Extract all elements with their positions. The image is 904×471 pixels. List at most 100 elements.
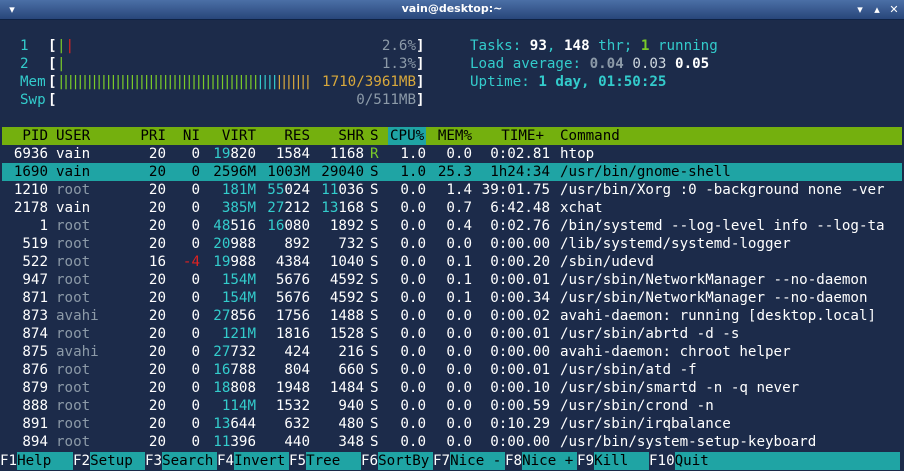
pid-cell: 1690 [13, 164, 48, 180]
res-cell-high: 55 [267, 182, 285, 198]
process-row[interactable]: 1 root 20 0 48516 16080 1892 S 0.0 0.4 0:02.76/bin… [2, 217, 902, 235]
state-cell: S [370, 362, 379, 378]
fkey-nice-button[interactable]: F8Nice + [505, 452, 577, 470]
col-virt[interactable]: VIRT [202, 127, 256, 145]
fkey-label: Kill [594, 452, 649, 470]
shr-cell-low: 29040 [321, 164, 364, 180]
process-row[interactable]: 1690 vain 20 0 2596M 1003M 29040 S 1.0 25.3 1h24:3… [2, 163, 902, 181]
res-cell-low: 440 [284, 434, 310, 450]
pri-cell: 20 [148, 326, 166, 342]
col-pid[interactable]: PID [2, 127, 48, 145]
command-cell: /usr/bin/Xorg :0 -background none -ver [560, 182, 885, 198]
process-row[interactable]: 876 root 20 0 16788 804 660 S 0.0 0.0 0:00.01/usr/… [2, 361, 902, 379]
fkey-search-button[interactable]: F3Search [145, 452, 217, 470]
res-cell-low: 1948 [275, 380, 310, 396]
virt-cell-low: 788 [230, 362, 256, 378]
cpu-cell: 0.0 [400, 290, 426, 306]
mem-cell: 1.4 [446, 182, 472, 198]
fkey-sortby-button[interactable]: F6SortBy [361, 452, 433, 470]
fkey-help-button[interactable]: F1Help [0, 452, 73, 470]
fkey-nice-button[interactable]: F7Nice - [433, 452, 505, 470]
col-command[interactable]: Command [560, 127, 620, 145]
col-ni[interactable]: NI [172, 127, 200, 145]
user-cell: root [56, 218, 91, 234]
process-row[interactable]: 522 root 16 -4 19988 4384 1040 S 0.0 0.1 0:00.20/s… [2, 253, 902, 271]
process-row[interactable]: 888 root 20 0 114M 1532 940 S 0.0 0.0 0:00.59/usr/… [2, 397, 902, 415]
state-cell: S [370, 164, 379, 180]
pri-cell: 20 [148, 398, 166, 414]
process-row[interactable]: 1210 root 20 0 181M 55024 11036 S 0.0 1.4 39:01.75… [2, 181, 902, 199]
pid-cell: 2178 [13, 200, 48, 216]
process-row[interactable]: 2178 vain 20 0 385M 27212 13168 S 0.0 0.7 6:42.48 x… [2, 199, 902, 217]
process-row[interactable]: 879 root 20 0 18808 1948 1484 S 0.0 0.0 0:00.10/us… [2, 379, 902, 397]
command-cell: htop [560, 146, 595, 162]
pid-cell: 875 [22, 344, 48, 360]
ni-cell: 0 [191, 272, 200, 288]
process-row[interactable]: 891 root 20 0 13644 632 480 S 0.0 0.0 0:10.29/usr/… [2, 415, 902, 433]
window-titlebar[interactable]: ▾ vain@desktop:~ ▾ ▴ ✕ [0, 0, 904, 20]
time-cell: 0:00.01 [490, 362, 550, 378]
col-mem[interactable]: MEM% [430, 127, 472, 145]
time-cell: 0:02.81 [490, 146, 550, 162]
process-row[interactable]: 874 root 20 0 121M 1816 1528 S 0.0 0.0 0:00.01/usr… [2, 325, 902, 343]
terminal-window: ▾ vain@desktop:~ ▾ ▴ ✕ 1 [ || 2.6% ] 2 [… [0, 0, 904, 471]
shr-cell-low: 4592 [329, 290, 364, 306]
process-row[interactable]: 871 root 20 0 154M 5676 4592 S 0.0 0.1 0:00.34/usr… [2, 289, 902, 307]
pri-cell: 20 [148, 182, 166, 198]
shr-cell: 732 [310, 235, 364, 253]
process-table-header[interactable]: PID USER PRI NI VIRT RES SHR S CPU% MEM%… [2, 127, 902, 145]
command-cell: /usr/sbin/smartd -n -q never [560, 380, 800, 396]
res-cell-low: 1584 [275, 146, 310, 162]
process-row[interactable]: 894 root 20 0 11396 440 348 S 0.0 0.0 0:00.00/usr/… [2, 433, 902, 451]
cpu-cell: 0.0 [400, 236, 426, 252]
maximize-icon[interactable]: ▴ [871, 4, 883, 16]
pri-cell: 16 [148, 254, 166, 270]
shr-cell-high: 11 [321, 182, 339, 198]
col-pri[interactable]: PRI [130, 127, 166, 145]
col-time[interactable]: TIME+ [482, 127, 544, 145]
user-cell: root [56, 182, 91, 198]
fkey-setup-button[interactable]: F2Setup [73, 452, 145, 470]
mem-cell: 0.0 [446, 326, 472, 342]
fkey-label: Help [17, 452, 73, 470]
user-cell: avahi [56, 344, 99, 360]
process-row[interactable]: 6936 vain 20 0 19820 1584 1168 R 1.0 0.0 0:02.81 ht… [2, 145, 902, 163]
res-cell-low: 212 [284, 200, 310, 216]
col-user[interactable]: USER [56, 127, 90, 145]
minimize-icon[interactable]: ▾ [854, 4, 866, 16]
process-row[interactable]: 519 root 20 0 20988 892 732 S 0.0 0.0 0:00.00/lib/… [2, 235, 902, 253]
state-cell: S [370, 236, 379, 252]
col-res[interactable]: RES [256, 127, 310, 145]
user-cell: vain [56, 146, 91, 162]
pri-cell: 20 [148, 164, 166, 180]
user-cell: root [56, 434, 91, 450]
htop-screen[interactable]: 1 [ || 2.6% ] 2 [ | 1.3% ] Mem [ |||||||… [0, 20, 904, 471]
fkey-kill-button[interactable]: F9Kill [577, 452, 649, 470]
fkey-quit-button[interactable]: F10Quit [649, 452, 900, 470]
res-cell: 4384 [256, 253, 310, 271]
fkey-label: Nice - [450, 452, 505, 470]
virt-cell: 121M [202, 325, 256, 343]
fkey-invert-button[interactable]: F4Invert [217, 452, 289, 470]
pid-cell: 894 [22, 434, 48, 450]
mem-cell: 0.0 [446, 362, 472, 378]
mem-cell: 0.0 [446, 434, 472, 450]
process-row[interactable]: 875 avahi 20 0 27732 424 216 S 0.0 0.0 0:00.00 avah… [2, 343, 902, 361]
res-cell: 1816 [256, 325, 310, 343]
process-row[interactable]: 947 root 20 0 154M 5676 4592 S 0.0 0.1 0:00.01/usr… [2, 271, 902, 289]
cpu-cell: 0.0 [400, 182, 426, 198]
state-cell: S [370, 416, 379, 432]
res-cell-high: 16 [267, 218, 285, 234]
virt-cell-low: 644 [230, 416, 256, 432]
col-cpu-sorted[interactable]: CPU% [388, 127, 427, 145]
process-row[interactable]: 873 avahi 20 0 27856 1756 1488 S 0.0 0.0 0:00.02 av… [2, 307, 902, 325]
close-icon[interactable]: ✕ [888, 4, 900, 16]
col-state[interactable]: S [370, 127, 379, 145]
res-cell-low: 1003M [267, 164, 310, 180]
ni-cell: 0 [191, 380, 200, 396]
shr-cell: 4592 [310, 271, 364, 289]
col-shr[interactable]: SHR [310, 127, 364, 145]
fkey-tree-button[interactable]: F5Tree [289, 452, 361, 470]
res-cell: 5676 [256, 289, 310, 307]
user-cell: root [56, 380, 91, 396]
